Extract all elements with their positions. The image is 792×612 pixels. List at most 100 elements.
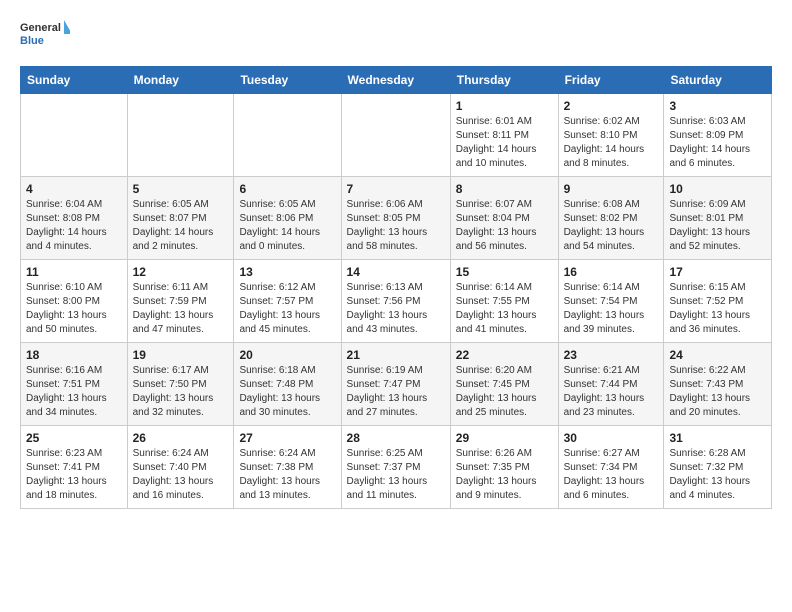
calendar-cell: 24 Sunrise: 6:22 AM Sunset: 7:43 PM Dayli… xyxy=(664,343,772,426)
day-info: Sunrise: 6:24 AM Sunset: 7:38 PM Dayligh… xyxy=(239,447,335,503)
svg-text:General: General xyxy=(20,22,61,34)
weekday-header: Wednesday xyxy=(341,67,450,94)
day-info: Sunrise: 6:14 AM Sunset: 7:55 PM Dayligh… xyxy=(456,281,553,337)
day-info: Sunrise: 6:14 AM Sunset: 7:54 PM Dayligh… xyxy=(564,281,659,337)
day-number: 22 xyxy=(456,348,553,362)
calendar-cell: 29Sunrise: 6:26 AM Sunset: 7:35 PM Dayli… xyxy=(450,426,558,509)
weekday-header: Saturday xyxy=(664,67,772,94)
day-info: Sunrise: 6:18 AM Sunset: 7:48 PM Dayligh… xyxy=(239,364,335,420)
calendar-cell: 22 Sunrise: 6:20 AM Sunset: 7:45 PM Dayli… xyxy=(450,343,558,426)
day-number: 30 xyxy=(564,431,659,445)
weekday-header: Tuesday xyxy=(234,67,341,94)
calendar-cell: 30 Sunrise: 6:27 AM Sunset: 7:34 PM Dayli… xyxy=(558,426,664,509)
day-info: Sunrise: 6:20 AM Sunset: 7:45 PM Dayligh… xyxy=(456,364,553,420)
day-number: 5 xyxy=(133,182,229,196)
day-info: Sunrise: 6:12 AM Sunset: 7:57 PM Dayligh… xyxy=(239,281,335,337)
calendar-cell: 17 Sunrise: 6:15 AM Sunset: 7:52 PM Dayli… xyxy=(664,260,772,343)
day-number: 12 xyxy=(133,265,229,279)
day-number: 2 xyxy=(564,99,659,113)
day-info: Sunrise: 6:28 AM Sunset: 7:32 PM Dayligh… xyxy=(669,447,766,503)
day-info: Sunrise: 6:01 AM Sunset: 8:11 PM Dayligh… xyxy=(456,115,553,171)
day-info: Sunrise: 6:16 AM Sunset: 7:51 PM Dayligh… xyxy=(26,364,122,420)
calendar-cell: 26Sunrise: 6:24 AM Sunset: 7:40 PM Dayli… xyxy=(127,426,234,509)
day-number: 18 xyxy=(26,348,122,362)
calendar-cell: 10 Sunrise: 6:09 AM Sunset: 8:01 PM Dayli… xyxy=(664,177,772,260)
day-info: Sunrise: 6:06 AM Sunset: 8:05 PM Dayligh… xyxy=(347,198,445,254)
calendar-cell: 1Sunrise: 6:01 AM Sunset: 8:11 PM Daylig… xyxy=(450,94,558,177)
day-info: Sunrise: 6:03 AM Sunset: 8:09 PM Dayligh… xyxy=(669,115,766,171)
calendar-cell: 15 Sunrise: 6:14 AM Sunset: 7:55 PM Dayli… xyxy=(450,260,558,343)
day-number: 7 xyxy=(347,182,445,196)
calendar-cell: 7 Sunrise: 6:06 AM Sunset: 8:05 PM Daylig… xyxy=(341,177,450,260)
logo-svg: General Blue xyxy=(20,16,70,56)
day-number: 20 xyxy=(239,348,335,362)
calendar-cell: 14 Sunrise: 6:13 AM Sunset: 7:56 PM Dayli… xyxy=(341,260,450,343)
day-number: 26 xyxy=(133,431,229,445)
day-info: Sunrise: 6:17 AM Sunset: 7:50 PM Dayligh… xyxy=(133,364,229,420)
day-info: Sunrise: 6:22 AM Sunset: 7:43 PM Dayligh… xyxy=(669,364,766,420)
day-number: 19 xyxy=(133,348,229,362)
svg-text:Blue: Blue xyxy=(20,35,44,47)
day-info: Sunrise: 6:09 AM Sunset: 8:01 PM Dayligh… xyxy=(669,198,766,254)
calendar-cell: 12Sunrise: 6:11 AM Sunset: 7:59 PM Dayli… xyxy=(127,260,234,343)
day-info: Sunrise: 6:23 AM Sunset: 7:41 PM Dayligh… xyxy=(26,447,122,503)
day-number: 31 xyxy=(669,431,766,445)
weekday-header: Thursday xyxy=(450,67,558,94)
calendar-cell xyxy=(127,94,234,177)
day-number: 9 xyxy=(564,182,659,196)
day-info: Sunrise: 6:10 AM Sunset: 8:00 PM Dayligh… xyxy=(26,281,122,337)
day-info: Sunrise: 6:02 AM Sunset: 8:10 PM Dayligh… xyxy=(564,115,659,171)
calendar-cell xyxy=(341,94,450,177)
day-number: 3 xyxy=(669,99,766,113)
day-info: Sunrise: 6:05 AM Sunset: 8:07 PM Dayligh… xyxy=(133,198,229,254)
day-number: 16 xyxy=(564,265,659,279)
calendar-cell: 18 Sunrise: 6:16 AM Sunset: 7:51 PM Dayli… xyxy=(21,343,128,426)
calendar-cell: 23 Sunrise: 6:21 AM Sunset: 7:44 PM Dayli… xyxy=(558,343,664,426)
day-info: Sunrise: 6:08 AM Sunset: 8:02 PM Dayligh… xyxy=(564,198,659,254)
day-info: Sunrise: 6:19 AM Sunset: 7:47 PM Dayligh… xyxy=(347,364,445,420)
calendar-table: SundayMondayTuesdayWednesdayThursdayFrid… xyxy=(20,66,772,509)
page-header: General Blue xyxy=(20,16,772,56)
day-number: 10 xyxy=(669,182,766,196)
calendar-cell xyxy=(234,94,341,177)
day-number: 23 xyxy=(564,348,659,362)
calendar-cell: 16 Sunrise: 6:14 AM Sunset: 7:54 PM Dayli… xyxy=(558,260,664,343)
calendar-cell: 6 Sunrise: 6:05 AM Sunset: 8:06 PM Daylig… xyxy=(234,177,341,260)
weekday-header: Friday xyxy=(558,67,664,94)
day-number: 4 xyxy=(26,182,122,196)
day-info: Sunrise: 6:05 AM Sunset: 8:06 PM Dayligh… xyxy=(239,198,335,254)
day-number: 24 xyxy=(669,348,766,362)
day-number: 17 xyxy=(669,265,766,279)
day-number: 13 xyxy=(239,265,335,279)
calendar-cell: 4 Sunrise: 6:04 AM Sunset: 8:08 PM Daylig… xyxy=(21,177,128,260)
day-info: Sunrise: 6:25 AM Sunset: 7:37 PM Dayligh… xyxy=(347,447,445,503)
day-number: 14 xyxy=(347,265,445,279)
day-number: 15 xyxy=(456,265,553,279)
day-number: 8 xyxy=(456,182,553,196)
calendar-cell: 28 Sunrise: 6:25 AM Sunset: 7:37 PM Dayli… xyxy=(341,426,450,509)
day-info: Sunrise: 6:07 AM Sunset: 8:04 PM Dayligh… xyxy=(456,198,553,254)
calendar-cell: 31 Sunrise: 6:28 AM Sunset: 7:32 PM Dayli… xyxy=(664,426,772,509)
day-info: Sunrise: 6:04 AM Sunset: 8:08 PM Dayligh… xyxy=(26,198,122,254)
calendar-cell: 8 Sunrise: 6:07 AM Sunset: 8:04 PM Daylig… xyxy=(450,177,558,260)
calendar-cell: 19 Sunrise: 6:17 AM Sunset: 7:50 PM Dayli… xyxy=(127,343,234,426)
day-info: Sunrise: 6:13 AM Sunset: 7:56 PM Dayligh… xyxy=(347,281,445,337)
calendar-cell: 3 Sunrise: 6:03 AM Sunset: 8:09 PM Daylig… xyxy=(664,94,772,177)
calendar-cell: 2 Sunrise: 6:02 AM Sunset: 8:10 PM Daylig… xyxy=(558,94,664,177)
day-number: 25 xyxy=(26,431,122,445)
day-number: 27 xyxy=(239,431,335,445)
day-number: 28 xyxy=(347,431,445,445)
weekday-header: Sunday xyxy=(21,67,128,94)
calendar-cell: 25 Sunrise: 6:23 AM Sunset: 7:41 PM Dayli… xyxy=(21,426,128,509)
calendar-cell: 11 Sunrise: 6:10 AM Sunset: 8:00 PM Dayli… xyxy=(21,260,128,343)
weekday-header: Monday xyxy=(127,67,234,94)
calendar-cell: 20 Sunrise: 6:18 AM Sunset: 7:48 PM Dayli… xyxy=(234,343,341,426)
logo: General Blue xyxy=(20,16,70,56)
day-info: Sunrise: 6:21 AM Sunset: 7:44 PM Dayligh… xyxy=(564,364,659,420)
day-number: 6 xyxy=(239,182,335,196)
day-info: Sunrise: 6:15 AM Sunset: 7:52 PM Dayligh… xyxy=(669,281,766,337)
calendar-cell: 21Sunrise: 6:19 AM Sunset: 7:47 PM Dayli… xyxy=(341,343,450,426)
calendar-cell: 27 Sunrise: 6:24 AM Sunset: 7:38 PM Dayli… xyxy=(234,426,341,509)
day-number: 11 xyxy=(26,265,122,279)
day-info: Sunrise: 6:27 AM Sunset: 7:34 PM Dayligh… xyxy=(564,447,659,503)
